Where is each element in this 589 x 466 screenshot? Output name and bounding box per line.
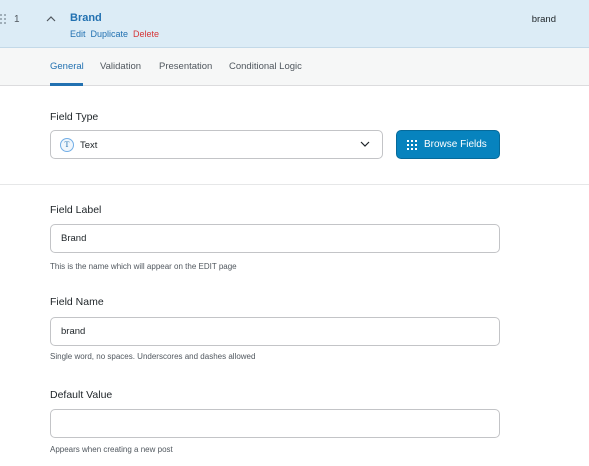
field-type-value: Text: [80, 140, 98, 151]
duplicate-link[interactable]: Duplicate: [91, 29, 129, 39]
field-key: brand: [531, 14, 556, 25]
text-type-icon: T: [60, 138, 74, 152]
chevron-down-icon: [360, 141, 370, 147]
field-name-input[interactable]: [50, 317, 500, 346]
browse-fields-button[interactable]: Browse Fields: [396, 130, 500, 159]
tab-presentation[interactable]: Presentation: [159, 61, 212, 72]
field-type-select[interactable]: T Text: [50, 130, 383, 159]
default-value-hint: Appears when creating a new post: [50, 445, 173, 454]
field-type-label: Field Type: [50, 111, 99, 123]
field-label-input[interactable]: [50, 224, 500, 253]
chevron-up-icon[interactable]: [46, 15, 56, 23]
settings-tabs: General Validation Presentation Conditio…: [0, 48, 589, 86]
field-name-label: Field Name: [50, 296, 104, 308]
section-divider: [0, 184, 589, 185]
field-label-hint: This is the name which will appear on th…: [50, 262, 237, 271]
active-tab-indicator: [50, 83, 83, 86]
grid-icon: [407, 140, 417, 150]
tab-conditional-logic[interactable]: Conditional Logic: [229, 61, 302, 72]
row-actions: Edit Duplicate Delete: [70, 29, 164, 39]
field-order-number: 1: [14, 14, 20, 25]
tab-general[interactable]: General: [50, 61, 84, 72]
field-name-hint: Single word, no spaces. Underscores and …: [50, 352, 256, 361]
field-title[interactable]: Brand: [70, 12, 102, 24]
drag-handle-icon[interactable]: [0, 14, 8, 26]
delete-link[interactable]: Delete: [133, 29, 159, 39]
browse-fields-label: Browse Fields: [424, 139, 487, 150]
edit-link[interactable]: Edit: [70, 29, 86, 39]
field-label-label: Field Label: [50, 204, 102, 216]
tab-validation[interactable]: Validation: [100, 61, 141, 72]
default-value-input[interactable]: [50, 409, 500, 438]
field-header[interactable]: 1 Brand Edit Duplicate Delete brand: [0, 0, 589, 48]
default-value-label: Default Value: [50, 389, 113, 401]
